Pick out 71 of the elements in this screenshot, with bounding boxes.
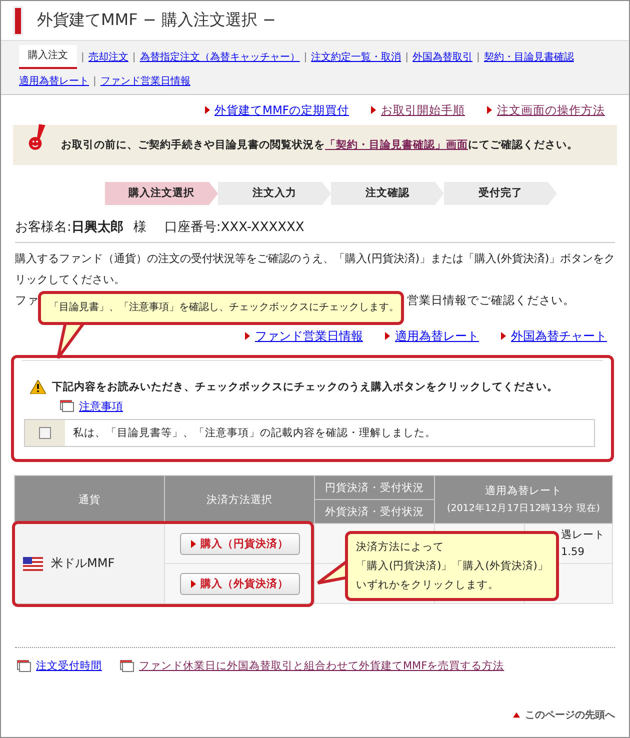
text-link[interactable]: 注文受付時間 [36,659,102,673]
rate-value: 1.59 [561,544,586,560]
separator: | [81,52,84,62]
arrow-icon [190,540,196,548]
checkbox-label: 私は、「目論見書等」、「注意事項」の記載内容を確認・理解しました。 [72,426,436,440]
progress-step: 注文確認 [331,182,444,205]
text-link[interactable]: ファンド営業日情報 [255,328,363,344]
account-number: XXX-XXXXXX [220,220,304,234]
nav-tab[interactable]: 注文約定一覧・取消 [311,50,402,64]
arrow-icon [487,106,492,114]
window-icon [17,660,31,672]
arrow-icon [245,332,250,340]
nav-tab[interactable]: 適用為替レート [19,74,89,88]
arrow-icon [204,106,210,114]
instruction-text: 下記内容をお読みいただき、チェックボックスにチェックのうえ購入ボタンをクリックしてください。 [52,380,558,394]
separator: | [93,76,96,86]
text-link[interactable]: お取引開始手順 [381,102,465,118]
checkbox[interactable] [39,427,51,439]
column-header: 円貨決済・受付状況 [314,476,434,500]
instruction-text: 購入するファンド（通貨）の注文の受付状況等をご確認のうえ、「購入(円貨決済)」または「購入(外貨決済)」ボタンをクリックしてください。 [15,251,616,288]
buy-button[interactable]: 購入（円貨決済） [180,532,300,554]
text-link[interactable]: 注意事項 [79,398,123,414]
progress-step: 注文入力 [218,182,331,205]
buy-button[interactable]: 購入（外貨決済） [180,572,300,594]
column-header: 外貨決済・受付状況 [314,500,434,524]
up-arrow-icon [513,712,520,718]
arrow-icon [501,332,506,340]
text-link[interactable]: 外国為替チャート [511,328,607,344]
callout-text: いずれかをクリックします。 [356,578,500,592]
callout-text: 決済方法によって [356,540,445,554]
separator: | [405,52,408,62]
text-link[interactable]: 「契約・目論見書確認」画面 [325,139,468,151]
instruction-text: 営業日情報でご確認ください。 [407,292,575,309]
notice-text: お取引の前に、ご契約手続きや目論見書の閲覧状況を「契約・目論見書確認」画面にてご確認ください。 [61,138,578,152]
column-header: 適用為替レート (2012年12月17日12時13分 現在) [434,476,612,524]
text-link[interactable]: 適用為替レート [395,328,479,344]
nav-tab[interactable]: ファンド営業日情報 [100,74,190,88]
text-link[interactable]: ファンド休業日に外国為替取引と組合わせて外貨建てMMFを売買する方法 [139,659,504,673]
page-title: 外貨建てMMF − 購入注文選択 − [37,10,276,31]
progress-step: 購入注文選択 [105,182,218,205]
separator: | [132,52,136,62]
honorific-text: 様 [133,219,146,236]
nav-tab[interactable]: 為替指定注文（為替キャッチャー） [140,50,300,64]
warning-icon [30,380,46,394]
text-link[interactable]: 外貨建てMMFの定期買付 [214,102,349,118]
nav-tab[interactable]: 外国為替取引 [412,50,472,64]
window-icon [120,660,134,672]
callout-text: 「目論見書」、「注意事項」を確認し、チェックボックスにチェックします。 [49,300,393,315]
arrow-icon [371,106,376,114]
column-header: 決済方法選択 [164,476,314,524]
window-icon [60,400,74,412]
nav-tab[interactable]: 売却注文 [88,50,128,64]
title-accent-bar [13,6,23,36]
instruction-text: ファ [15,292,39,309]
column-header: 通貨 [14,476,164,524]
flag-icon [23,556,43,570]
nav-tab[interactable]: 購入注文 [19,45,77,69]
arrow-icon [385,332,390,340]
account-label: 口座番号: [164,219,221,236]
rate-label: 遇レート [561,528,606,542]
page-top-link[interactable]: このページの先頭へ [525,708,615,722]
customer-label: お客様名: [15,219,72,236]
text-link[interactable]: 注文画面の操作方法 [497,102,605,118]
separator: | [304,52,308,62]
customer-name: 日興太郎 [71,218,124,236]
progress-step: 受付完了 [444,182,557,205]
callout-text: 「購入(円貨決済)」「購入(外貨決済)」 [356,558,548,574]
nav-tab[interactable]: 契約・目論見書確認 [484,50,574,64]
arrow-icon [190,580,196,588]
currency-name: 米ドルMMF [51,555,115,572]
separator: | [476,52,480,62]
